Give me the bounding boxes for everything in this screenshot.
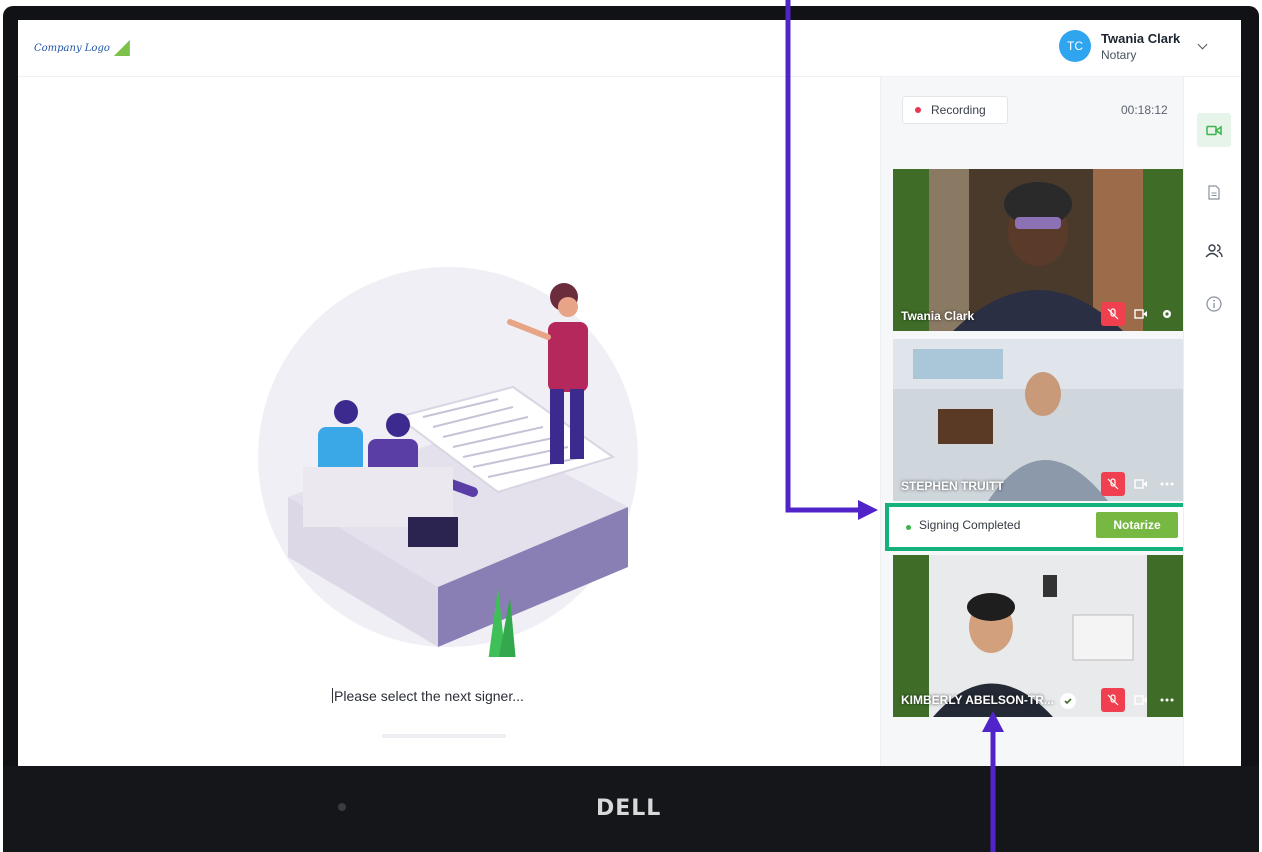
- annotation-arrows: [785, 0, 1004, 852]
- monitor-photo: Company Logo TC Twania Clark Notary Plea…: [0, 0, 1262, 852]
